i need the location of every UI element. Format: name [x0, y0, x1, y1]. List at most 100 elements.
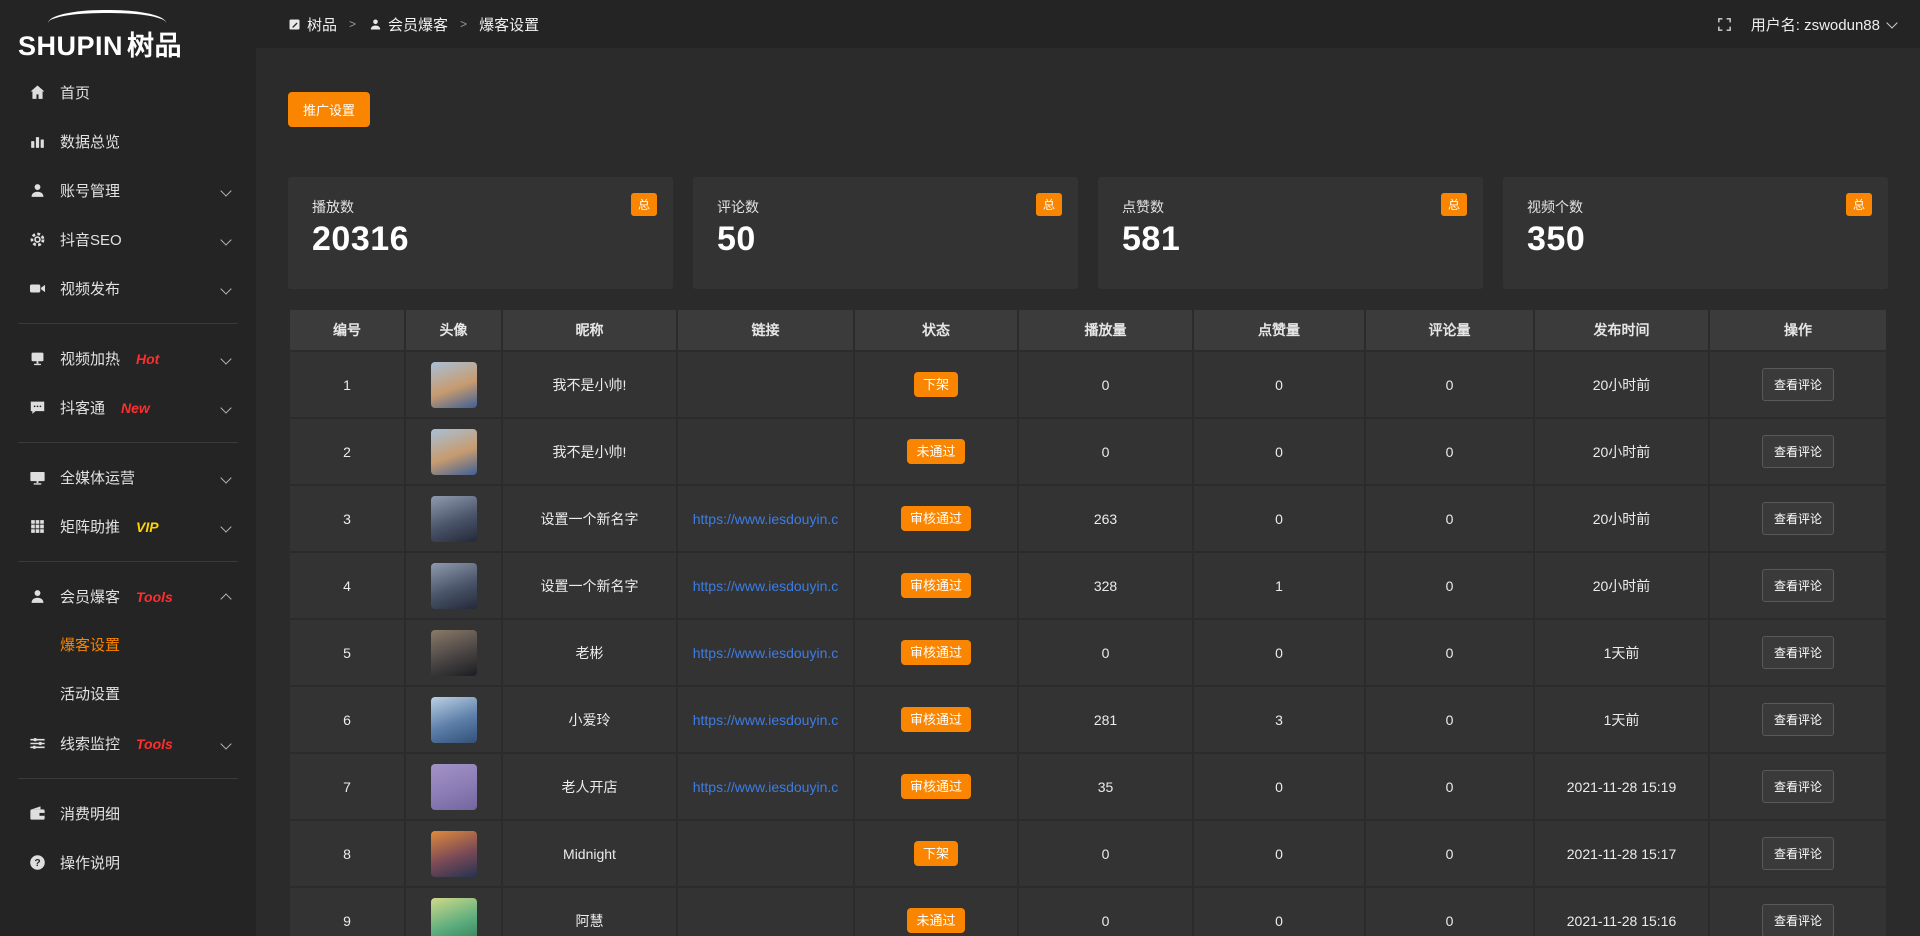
status-badge: 审核通过	[901, 573, 971, 598]
cell-publish-time: 20小时前	[1534, 351, 1709, 418]
total-badge: 总	[631, 193, 657, 216]
cell-comments: 0	[1365, 552, 1534, 619]
stat-card-likes: 点赞数581总	[1098, 177, 1483, 289]
page-content: 推广设置 播放数20316总评论数50总点赞数581总视频个数350总 编号头像…	[256, 48, 1920, 936]
sidebar-item-omni-media[interactable]: 全媒体运营	[0, 453, 256, 502]
cell-nickname: 阿慧	[502, 887, 677, 936]
breadcrumb-shupin[interactable]: 树品	[287, 14, 337, 35]
sidebar-item-label: 视频加热	[60, 348, 120, 369]
cell-likes: 0	[1193, 887, 1365, 936]
cell-publish-time: 2021-11-28 15:17	[1534, 820, 1709, 887]
view-comments-button[interactable]: 查看评论	[1762, 904, 1834, 936]
home-icon	[28, 83, 47, 102]
cell-publish-time: 1天前	[1534, 686, 1709, 753]
table-row: 7老人开店https://www.iesdouyin.c审核通过35002021…	[289, 753, 1887, 820]
sidebar-item-label: 矩阵助推	[60, 516, 120, 537]
sidebar-item-label: 操作说明	[60, 852, 120, 873]
chevron-down-icon	[220, 283, 231, 294]
sidebar-subitem-baoke-settings[interactable]: 爆客设置	[0, 621, 256, 670]
sidebar-item-label: 会员爆客	[60, 586, 120, 607]
cell-avatar	[405, 619, 502, 686]
view-comments-button[interactable]: 查看评论	[1762, 770, 1834, 803]
view-comments-button[interactable]: 查看评论	[1762, 502, 1834, 535]
view-comments-button[interactable]: 查看评论	[1762, 368, 1834, 401]
stat-card-plays: 播放数20316总	[288, 177, 673, 289]
avatar	[431, 697, 477, 743]
table-header-row: 编号头像昵称链接状态播放量点赞量评论量发布时间操作	[289, 309, 1887, 351]
cell-avatar	[405, 351, 502, 418]
stat-value: 350	[1527, 220, 1864, 259]
sidebar-item-data-overview[interactable]: 数据总览	[0, 117, 256, 166]
breadcrumb-separator: >	[349, 17, 356, 31]
cell-comments: 0	[1365, 418, 1534, 485]
sidebar-item-clue-monitor[interactable]: 线索监控Tools	[0, 719, 256, 768]
chevron-down-icon	[220, 234, 231, 245]
user-icon	[28, 587, 47, 606]
avatar	[431, 630, 477, 676]
cell-link: https://www.iesdouyin.c	[677, 485, 854, 552]
total-badge: 总	[1441, 193, 1467, 216]
status-badge: 审核通过	[901, 774, 971, 799]
video-link[interactable]: https://www.iesdouyin.c	[693, 779, 839, 795]
cell-comments: 0	[1365, 351, 1534, 418]
chevron-down-icon	[220, 521, 231, 532]
view-comments-button[interactable]: 查看评论	[1762, 636, 1834, 669]
sidebar-item-label: 全媒体运营	[60, 467, 135, 488]
sidebar-item-member-baoke[interactable]: 会员爆客Tools	[0, 572, 256, 621]
video-link[interactable]: https://www.iesdouyin.c	[693, 578, 839, 594]
cell-avatar	[405, 485, 502, 552]
column-header: 状态	[854, 309, 1018, 351]
sidebar-item-matrix-boost[interactable]: 矩阵助推VIP	[0, 502, 256, 551]
view-comments-button[interactable]: 查看评论	[1762, 435, 1834, 468]
user-menu[interactable]: 用户名: zswodun88	[1751, 14, 1896, 35]
cell-avatar	[405, 418, 502, 485]
cell-avatar	[405, 686, 502, 753]
video-link[interactable]: https://www.iesdouyin.c	[693, 712, 839, 728]
sidebar-item-operation-guide[interactable]: ?操作说明	[0, 838, 256, 887]
cell-likes: 0	[1193, 619, 1365, 686]
view-comments-button[interactable]: 查看评论	[1762, 703, 1834, 736]
stat-value: 50	[717, 220, 1054, 259]
cell-status: 下架	[854, 351, 1018, 418]
cell-number: 2	[289, 418, 405, 485]
sidebar-divider	[18, 778, 238, 779]
column-header: 发布时间	[1534, 309, 1709, 351]
status-badge: 下架	[914, 372, 958, 397]
sidebar-subitem-activity-settings[interactable]: 活动设置	[0, 670, 256, 719]
cell-nickname: 我不是小帅!	[502, 351, 677, 418]
sidebar-item-home[interactable]: 首页	[0, 68, 256, 117]
sidebar-item-douketong[interactable]: 抖客通New	[0, 383, 256, 432]
promo-settings-button[interactable]: 推广设置	[288, 92, 370, 127]
fullscreen-icon[interactable]	[1716, 16, 1733, 33]
cell-likes: 3	[1193, 686, 1365, 753]
user-icon	[28, 181, 47, 200]
sidebar-item-consumption-detail[interactable]: 消费明细	[0, 789, 256, 838]
sidebar-item-account-management[interactable]: 账号管理	[0, 166, 256, 215]
view-comments-button[interactable]: 查看评论	[1762, 569, 1834, 602]
sidebar-divider	[18, 442, 238, 443]
wallet-icon	[28, 804, 47, 823]
sidebar-item-video-heat[interactable]: 视频加热Hot	[0, 334, 256, 383]
video-link[interactable]: https://www.iesdouyin.c	[693, 511, 839, 527]
sidebar-item-label: 抖音SEO	[60, 229, 122, 250]
status-badge: 审核通过	[901, 707, 971, 732]
username-label: 用户名: zswodun88	[1751, 14, 1880, 35]
total-badge: 总	[1036, 193, 1062, 216]
cell-plays: 0	[1018, 820, 1193, 887]
cell-likes: 0	[1193, 351, 1365, 418]
sidebar-item-video-publish[interactable]: 视频发布	[0, 264, 256, 313]
breadcrumb-member-baoke[interactable]: 会员爆客	[368, 14, 448, 35]
cell-plays: 0	[1018, 887, 1193, 936]
cell-link	[677, 418, 854, 485]
cell-link: https://www.iesdouyin.c	[677, 753, 854, 820]
view-comments-button[interactable]: 查看评论	[1762, 837, 1834, 870]
app-root: SHUPIN树品 首页数据总览账号管理抖音SEO 视频发布视频加热Hot抖客通Ne…	[0, 0, 1920, 936]
logo-cn: 树品	[127, 31, 182, 61]
stat-card-comments: 评论数50总	[693, 177, 1078, 289]
brand-logo: SHUPIN树品	[0, 0, 256, 68]
sidebar-item-douyin-seo[interactable]: 抖音SEO	[0, 215, 256, 264]
avatar	[431, 764, 477, 810]
stat-label: 点赞数	[1122, 197, 1459, 217]
cell-publish-time: 1天前	[1534, 619, 1709, 686]
video-link[interactable]: https://www.iesdouyin.c	[693, 645, 839, 661]
